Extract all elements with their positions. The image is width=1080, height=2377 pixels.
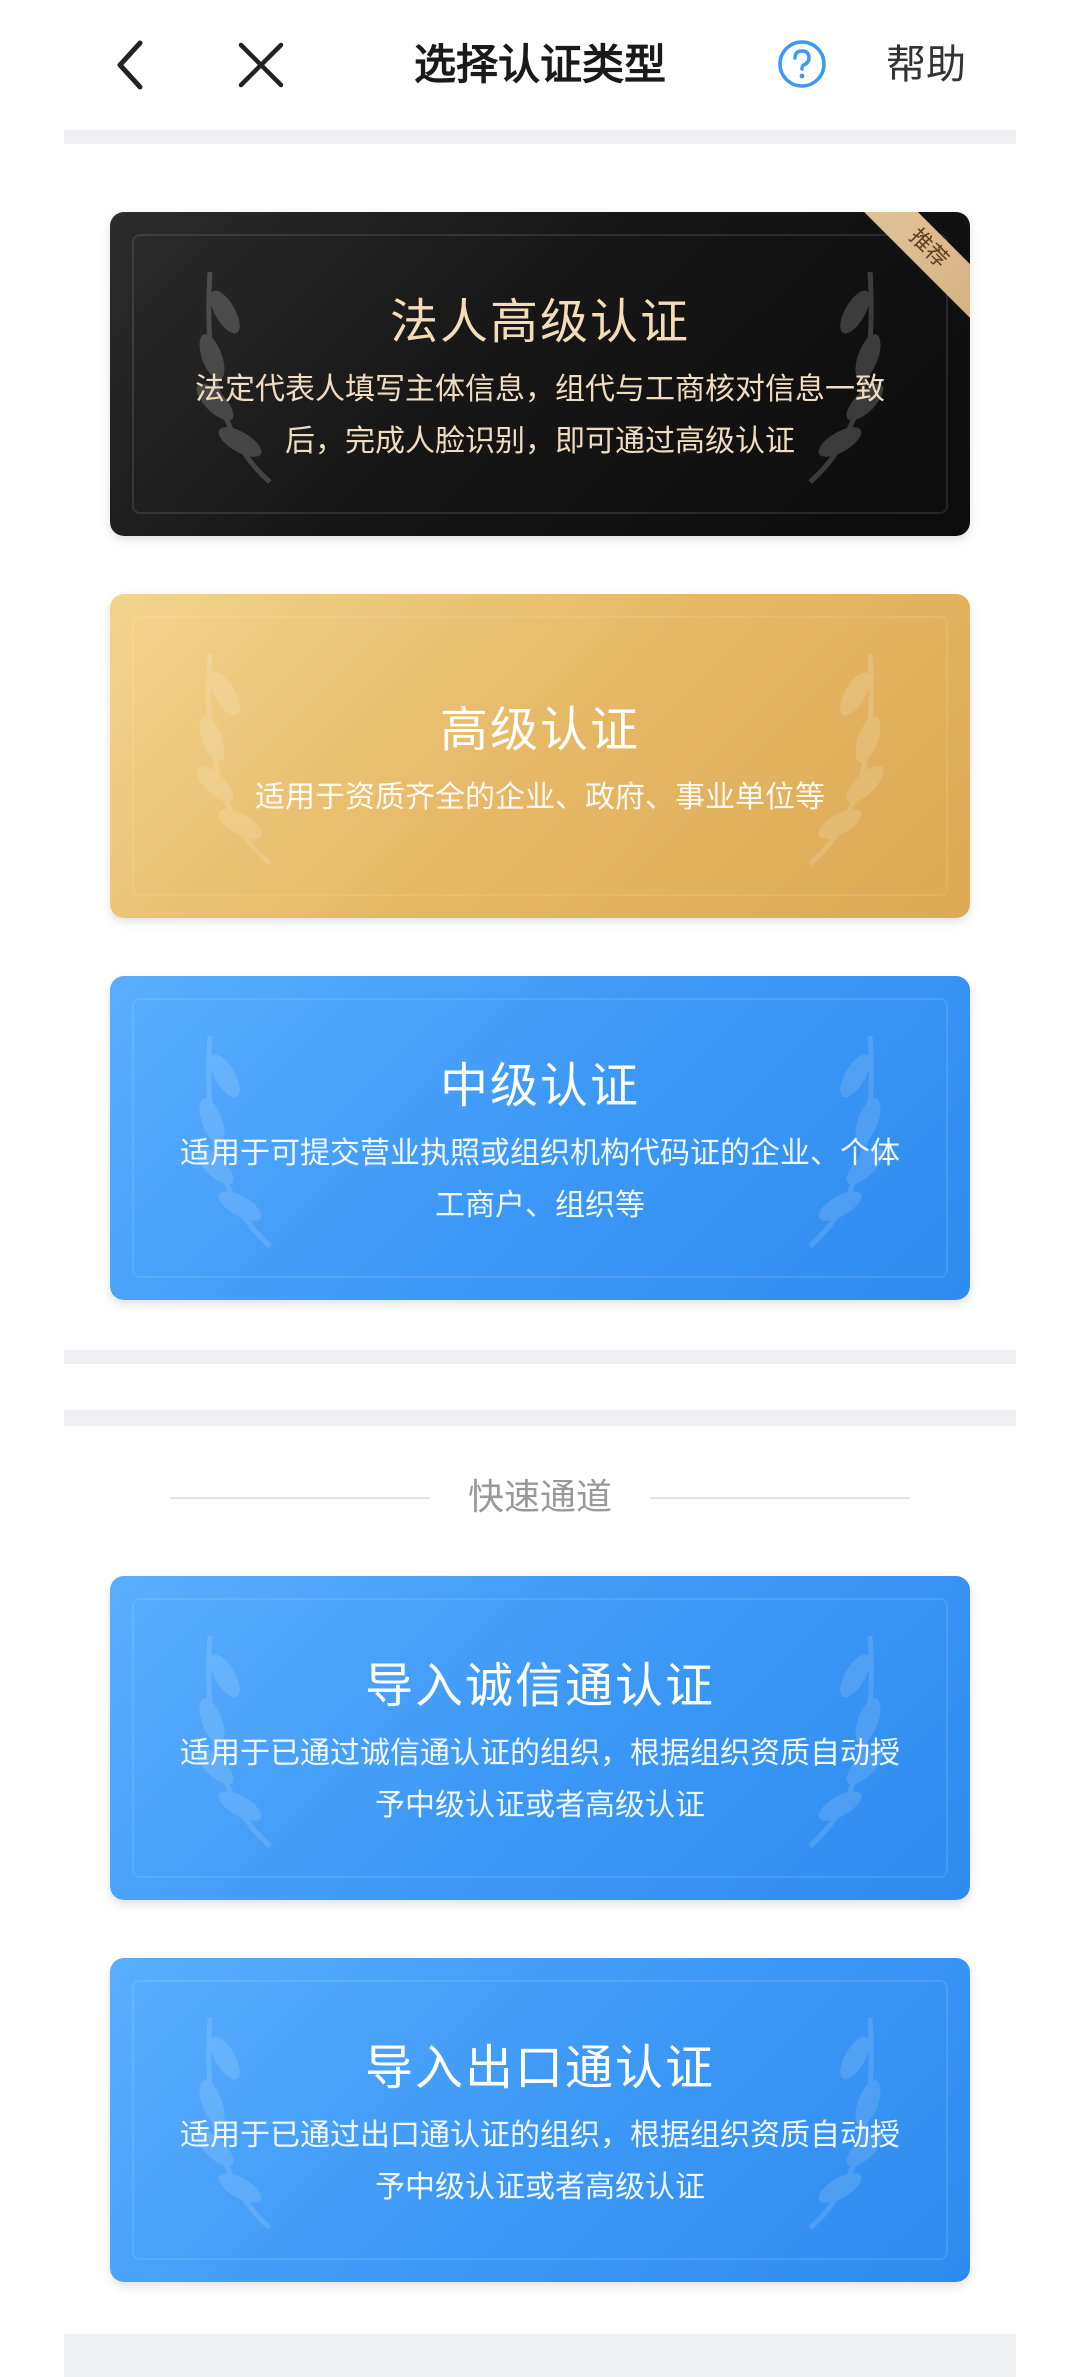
back-button[interactable] — [100, 30, 160, 100]
card-intermediate-auth[interactable]: 中级认证 适用于可提交营业执照或组织机构代码证的企业、个体工商户、组织等 — [110, 976, 970, 1300]
card-senior-auth[interactable]: 高级认证 适用于资质齐全的企业、政府、事业单位等 — [110, 594, 970, 918]
page-title: 选择认证类型 — [413, 40, 666, 89]
help-link[interactable]: 帮助 — [886, 30, 966, 100]
card-description: 适用于资质齐全的企业、政府、事业单位等 — [255, 780, 825, 815]
section-divider — [64, 1350, 1016, 1364]
card-description: 法定代表人填写主体信息，组代与工商核对信息一致后，完成人脸识别，即可通过高级认证 — [195, 372, 885, 459]
fast-channel-header: 快速通道 — [170, 1468, 910, 1528]
card-legal-senior-auth[interactable]: 法人高级认证 法定代表人填写主体信息，组代与工商核对信息一致后，完成人脸识别，即… — [110, 212, 970, 536]
card-title: 高级认证 — [439, 702, 640, 758]
section-divider — [64, 1410, 1016, 1426]
card-description: 适用于可提交营业执照或组织机构代码证的企业、个体工商户、组织等 — [180, 1136, 900, 1223]
divider-line — [650, 1497, 910, 1499]
section-label: 快速通道 — [467, 1477, 612, 1518]
chevron-left-icon — [117, 40, 143, 90]
recommend-ribbon: 推荐 — [860, 212, 970, 322]
question-circle-icon[interactable] — [776, 38, 828, 90]
footer-divider — [64, 2334, 1016, 2377]
close-icon — [238, 42, 284, 88]
card-title: 导入出口通认证 — [364, 2040, 715, 2096]
close-button[interactable] — [226, 30, 296, 100]
card-title: 导入诚信通认证 — [364, 1658, 715, 1714]
card-title: 法人高级认证 — [389, 294, 690, 350]
card-description: 适用于已通过诚信通认证的组织，根据组织资质自动授予中级认证或者高级认证 — [180, 1736, 900, 1823]
card-description: 适用于已通过出口通认证的组织，根据组织资质自动授予中级认证或者高级认证 — [180, 2118, 900, 2205]
recommend-badge: 推荐 — [860, 212, 970, 320]
card-import-chengxintong[interactable]: 导入诚信通认证 适用于已通过诚信通认证的组织，根据组织资质自动授予中级认证或者高… — [110, 1576, 970, 1900]
header-divider — [64, 130, 1016, 144]
top-nav-bar: 选择认证类型 帮助 — [0, 0, 1080, 130]
card-import-chukoutong[interactable]: 导入出口通认证 适用于已通过出口通认证的组织，根据组织资质自动授予中级认证或者高… — [110, 1958, 970, 2282]
divider-line — [170, 1497, 430, 1499]
card-title: 中级认证 — [439, 1058, 640, 1114]
